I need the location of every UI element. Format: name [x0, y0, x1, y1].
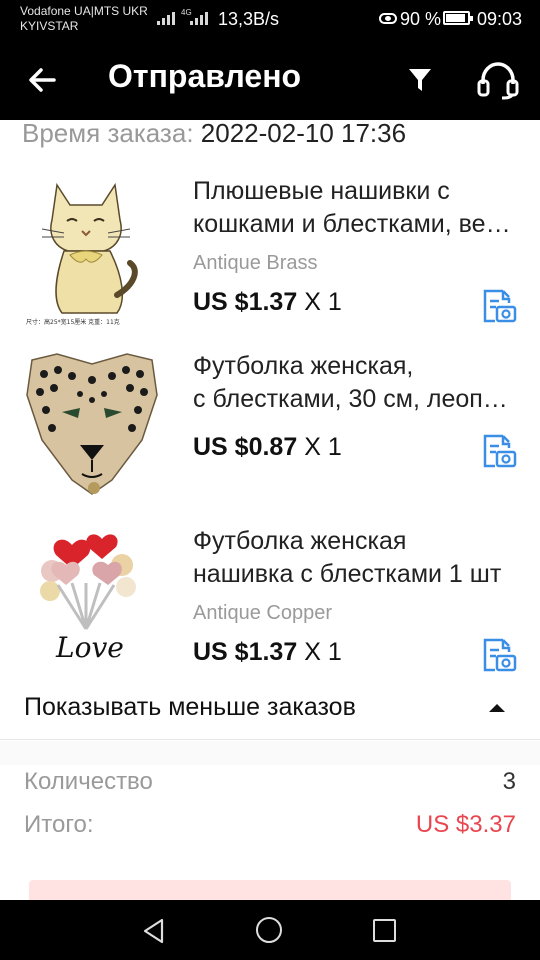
product-title-line-1: Футболка женская, [193, 352, 414, 380]
filter-icon [409, 69, 431, 91]
product-variant: Antique Copper [193, 602, 332, 624]
photo-review-button[interactable] [479, 432, 517, 470]
clock: 09:03 [477, 9, 523, 29]
product-quantity: X 1 [304, 638, 342, 666]
total-label: Итого: [24, 811, 94, 838]
product-price-row: US $0.87 X 1 [193, 433, 342, 462]
total-value: US $3.37 [415, 811, 516, 838]
product-quantity: X 1 [304, 433, 342, 461]
show-less-label: Показывать меньше заказов [24, 693, 356, 721]
page-title: Отправлено [108, 58, 302, 94]
filter-button[interactable] [402, 62, 438, 98]
photo-review-button[interactable] [479, 287, 517, 325]
product-image-balloons-love-patch[interactable]: Love [22, 525, 150, 675]
status-bar: Vodafone UA|MTS UKR KYIVSTAR 4G 13,3В/s … [0, 0, 540, 40]
product-image-leopard-patch[interactable] [22, 350, 158, 500]
total-row: Итого: US $3.37 [0, 811, 540, 851]
product-image-cat-patch[interactable]: 尺寸：高25*宽15厘米 克重：11克 [22, 175, 150, 326]
battery-icon [443, 11, 473, 25]
order-time-label: Время заказа: [22, 120, 194, 148]
carrier-label: Vodafone UA|MTS UKR KYIVSTAR [20, 4, 148, 34]
nav-recent-button[interactable] [373, 919, 396, 942]
product-title-line-1: Плюшевые нашивки с [193, 177, 450, 205]
quantity-label: Количество [24, 768, 153, 795]
action-button[interactable] [29, 880, 511, 900]
section-divider [0, 741, 540, 765]
quantity-row: Количество 3 [0, 768, 540, 808]
nav-home-button[interactable] [256, 917, 282, 943]
back-button[interactable] [24, 62, 60, 98]
carrier-line-1: Vodafone UA|MTS UKR [20, 4, 148, 18]
product-price: US $1.37 [193, 638, 298, 666]
show-less-orders-toggle[interactable]: Показывать меньше заказов [0, 680, 540, 740]
product-variant: Antique Brass [193, 252, 318, 274]
product-title-line-2: кошками и блестками, весело [193, 210, 518, 238]
leopard-patch-image [26, 353, 158, 495]
photo-review-icon [483, 289, 517, 323]
nav-back-button[interactable] [140, 916, 170, 946]
product-price-row: US $1.37 X 1 [193, 638, 342, 667]
product-price: US $0.87 [193, 433, 298, 461]
product-price: US $1.37 [193, 288, 298, 316]
headset-icon [477, 62, 519, 100]
product-price-row: US $1.37 X 1 [193, 288, 342, 317]
product-title[interactable]: Плюшевые нашивки с кошками и блестками, … [193, 175, 518, 241]
product-quantity: X 1 [304, 288, 342, 316]
eye-comfort-icon [379, 13, 397, 24]
customer-support-button[interactable] [474, 60, 522, 100]
order-details: Время заказа: 2022-02-10 17:36 尺寸：高25*宽1… [0, 120, 540, 900]
order-time-value: 2022-02-10 17:36 [200, 120, 407, 148]
product-title[interactable]: Футболка женская нашивка с блестками 1 ш… [193, 525, 518, 591]
order-time: Время заказа: 2022-02-10 17:36 [22, 120, 406, 149]
network-speed: 13,3В/s [218, 9, 280, 29]
photo-review-button[interactable] [479, 636, 517, 674]
nav-back-icon [143, 918, 164, 944]
cat-patch-image: 尺寸：高25*宽15厘米 克重：11克 [26, 182, 138, 326]
product-title-line-2: с блестками, 30 см, леопард [193, 385, 518, 413]
svg-text:尺寸：高25*宽15厘米 克重：11克: 尺寸：高25*宽15厘米 克重：11克 [26, 318, 120, 325]
caret-up-icon [489, 704, 505, 712]
carrier-line-2: KYIVSTAR [20, 19, 79, 33]
balloons-love-patch-image: Love [40, 534, 136, 664]
battery-percent: 90 % [400, 9, 442, 29]
photo-review-icon [483, 434, 517, 468]
signal-icon [157, 10, 175, 25]
back-arrow-icon [29, 68, 56, 92]
signal-icon-2 [190, 10, 208, 25]
quantity-value: 3 [502, 768, 516, 795]
system-nav-bar [0, 900, 540, 960]
product-title-line-1: Футболка женская [193, 527, 407, 555]
product-title[interactable]: Футболка женская, с блестками, 30 см, ле… [193, 350, 518, 416]
product-title-line-2: нашивка с блестками 1 шт [193, 560, 502, 588]
app-bar: Отправлено [0, 40, 540, 120]
svg-text:Love: Love [55, 631, 124, 664]
photo-review-icon [483, 638, 517, 672]
